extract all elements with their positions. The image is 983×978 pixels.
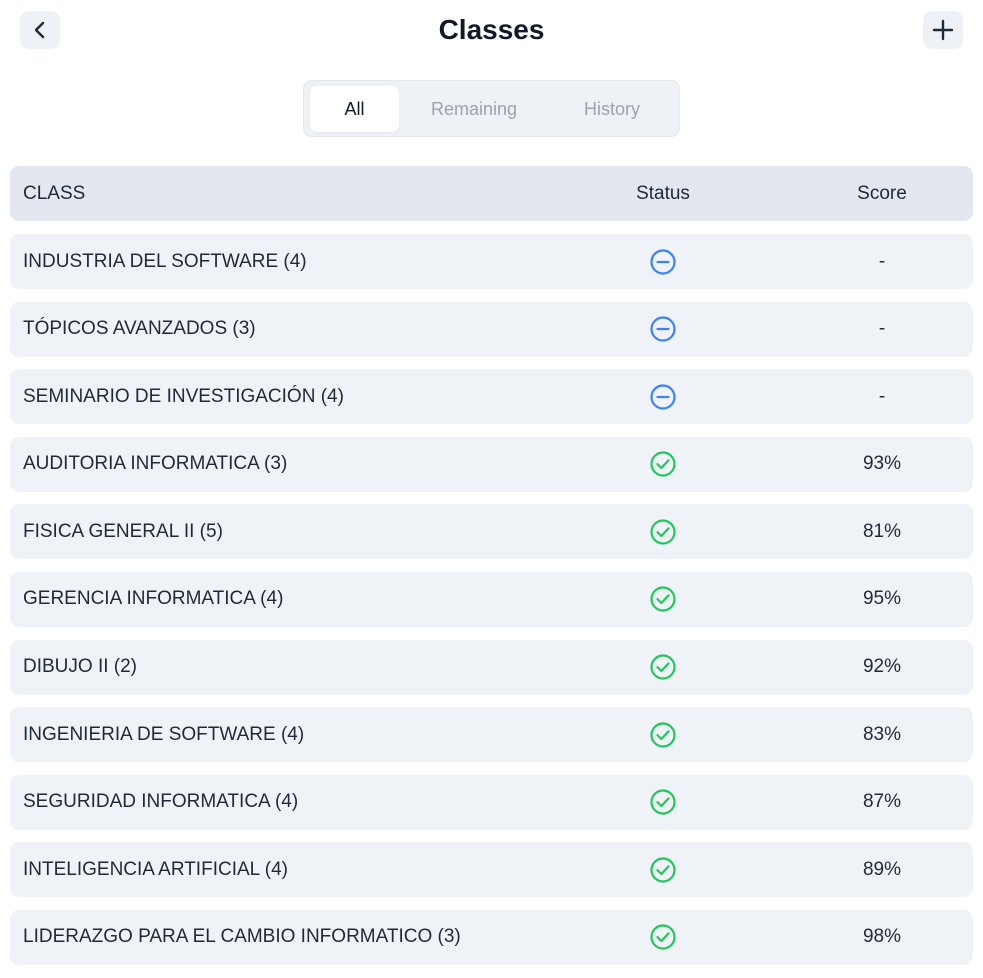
status-cell [630,775,696,830]
status-cell [630,369,696,424]
top-bar: Classes [0,0,983,64]
table-row[interactable]: SEMINARIO DE INVESTIGACIÓN (4) - [10,369,973,425]
score-value: 87% [862,791,902,813]
plus-icon [932,19,954,41]
add-class-button[interactable] [923,11,963,49]
check-circle-icon [650,519,676,545]
score-value: 83% [862,723,902,745]
tab-history[interactable]: History [552,86,672,132]
status-cell [630,910,696,965]
table-row[interactable]: INTELIGENCIA ARTIFICIAL (4) 89% [10,842,973,898]
table-row[interactable]: DIBUJO II (2) 92% [10,639,973,695]
score-value: 89% [862,858,902,880]
class-name: SEGURIDAD INFORMATICA (4) [23,791,299,813]
check-circle-icon [650,586,676,613]
column-header-class: CLASS [23,182,86,204]
table-row[interactable]: INGENIERIA DE SOFTWARE (4) 83% [10,707,973,763]
score-value: - [878,385,886,407]
table-row[interactable]: LIDERAZGO PARA EL CAMBIO INFORMATICO (3)… [10,909,973,965]
check-circle-icon [650,722,676,748]
score-value: 81% [862,520,902,542]
filter-tabs: All Remaining History [303,80,680,137]
score-value: 98% [862,926,902,948]
tab-all[interactable]: All [310,86,399,132]
check-circle-icon [650,857,676,883]
class-name: DIBUJO II (2) [23,656,138,678]
status-cell [630,640,696,695]
minus-circle-icon [650,316,676,342]
page-title: Classes [438,14,545,45]
class-name: SEMINARIO DE INVESTIGACIÓN (4) [23,385,344,407]
status-cell [630,302,696,357]
class-list: INDUSTRIA DEL SOFTWARE (4) - TÓPICOS AVANZ… [10,234,973,978]
status-cell [630,842,696,897]
status-cell [630,234,696,289]
check-circle-icon [650,789,676,815]
table-row[interactable]: AUDITORIA INFORMATICA (3) 93% [10,436,973,492]
score-value: - [878,318,886,340]
score-value: 92% [862,656,902,678]
class-name: AUDITORIA INFORMATICA (3) [23,453,288,475]
class-name: INTELIGENCIA ARTIFICIAL (4) [23,858,289,880]
score-value: - [878,250,886,272]
status-cell [630,504,696,559]
table-row[interactable]: TÓPICOS AVANZADOS (3) - [10,301,973,357]
score-value: 93% [862,453,902,475]
class-name: TÓPICOS AVANZADOS (3) [23,318,256,340]
table-row[interactable]: GERENCIA INFORMATICA (4) 95% [10,571,973,627]
minus-circle-icon [650,248,676,275]
class-name: FISICA GENERAL II (5) [23,520,223,542]
status-cell [630,437,696,492]
tab-remaining[interactable]: Remaining [414,86,534,132]
column-header-status: Status [636,182,690,204]
class-name: INGENIERIA DE SOFTWARE (4) [23,723,305,745]
class-name: LIDERAZGO PARA EL CAMBIO INFORMATICO (3) [23,926,461,948]
minus-circle-icon [650,384,676,410]
table-row[interactable]: SEGURIDAD INFORMATICA (4) 87% [10,774,973,830]
check-circle-icon [650,924,676,951]
check-circle-icon [650,654,676,680]
table-row[interactable]: FISICA GENERAL II (5) 81% [10,504,973,560]
class-name: GERENCIA INFORMATICA (4) [23,588,284,610]
status-cell [630,707,696,762]
column-header-score: Score [857,182,907,204]
score-value: 95% [862,588,902,610]
class-name: INDUSTRIA DEL SOFTWARE (4) [23,250,307,272]
table-header: CLASS Status Score [10,166,973,221]
status-cell [630,572,696,627]
check-circle-icon [650,451,676,477]
table-row[interactable]: INDUSTRIA DEL SOFTWARE (4) - [10,234,973,289]
